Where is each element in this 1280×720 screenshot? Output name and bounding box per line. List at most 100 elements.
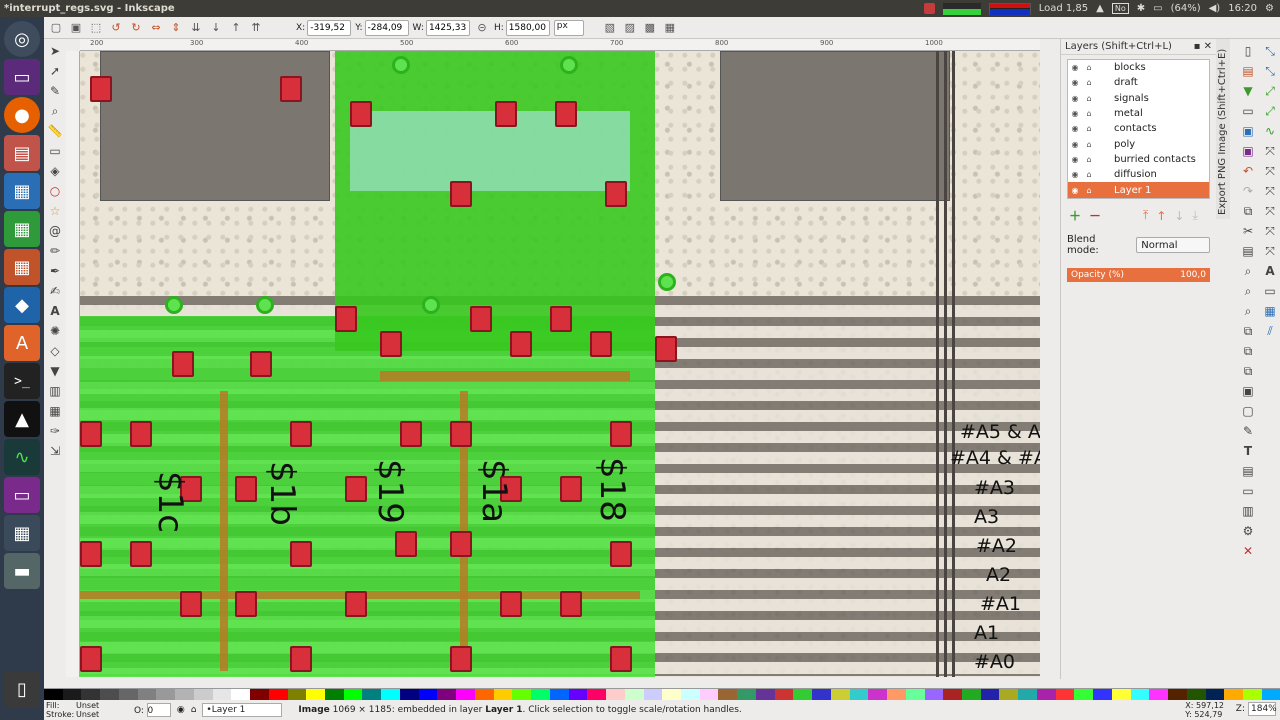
wifi-icon[interactable]: ▲	[1096, 3, 1104, 14]
save-icon[interactable]: ▼	[1240, 83, 1256, 99]
camera-icon[interactable]	[923, 3, 935, 14]
print-icon[interactable]: ▭	[1240, 103, 1256, 119]
lock-icon[interactable]: ⌂	[1082, 109, 1096, 118]
opacity-slider[interactable]: Opacity (%) 100,0	[1067, 268, 1210, 282]
layers-icon[interactable]: ▤	[1240, 463, 1256, 479]
raise-layer-icon[interactable]: ↑	[1156, 209, 1166, 223]
open-icon[interactable]: ▤	[1240, 63, 1256, 79]
snap-rotation-icon[interactable]: ⤧	[1262, 243, 1278, 259]
deselect-icon[interactable]: ⬚	[88, 20, 104, 36]
select-all-layers-icon[interactable]: ▣	[68, 20, 84, 36]
signal-label[interactable]: $19	[370, 459, 410, 524]
rotate-ccw-icon[interactable]: ↺	[108, 20, 124, 36]
layer-row[interactable]: ◉ ⌂ signals	[1068, 91, 1209, 106]
layer-row[interactable]: ◉ ⌂ diffusion	[1068, 167, 1209, 182]
preferences-icon[interactable]: ⚙	[1240, 523, 1256, 539]
ubuntu-dash-icon[interactable]: ◎	[4, 21, 40, 57]
ellipse-tool-icon[interactable]: ○	[47, 183, 63, 199]
flip-vertical-icon[interactable]: ⇕	[168, 20, 184, 36]
bluetooth-icon[interactable]: ✱	[1137, 3, 1145, 14]
raise-layer-top-icon[interactable]: ⤒	[1143, 208, 1148, 223]
keyboard-indicator[interactable]: No	[1111, 3, 1129, 14]
load-graph[interactable]	[942, 2, 981, 15]
virtualbox-icon[interactable]: ◆	[4, 287, 40, 323]
flip-horizontal-icon[interactable]: ⇔	[148, 20, 164, 36]
y-input[interactable]	[364, 19, 409, 36]
add-layer-icon[interactable]: ＋	[1069, 207, 1081, 224]
spray-tool-icon[interactable]: ✺	[47, 323, 63, 339]
zoom-selection-icon[interactable]: ⌕	[1240, 263, 1256, 279]
status-opacity-input[interactable]	[146, 703, 171, 717]
battery-icon[interactable]: ▭	[1153, 3, 1162, 14]
bucket-tool-icon[interactable]: ▼	[47, 363, 63, 379]
star-tool-icon[interactable]: ☆	[47, 203, 63, 219]
duplicate-icon[interactable]: ⧉	[1240, 323, 1256, 339]
export-png-tab[interactable]: Export PNG Image (Shift+Ctrl+E)	[1216, 39, 1230, 219]
address-label[interactable]: #A0	[974, 651, 1015, 673]
address-label[interactable]: #A2	[976, 535, 1017, 557]
lock-icon[interactable]: ⌂	[1082, 186, 1096, 195]
ungroup-icon[interactable]: ▢	[1240, 403, 1256, 419]
lock-layer-icon[interactable]: ⌂	[191, 705, 197, 715]
calc-icon[interactable]: ▦	[4, 211, 40, 247]
power-icon[interactable]: ⚙	[1265, 3, 1274, 14]
address-label[interactable]: A3	[974, 506, 999, 528]
snap-bbox-edges-icon[interactable]: ⤢	[1262, 83, 1278, 99]
signal-label[interactable]: $18	[592, 457, 632, 522]
eye-icon[interactable]: ◉	[1068, 186, 1082, 195]
selector-tool-icon[interactable]: ➤	[47, 43, 63, 59]
impress-icon[interactable]: ▦	[4, 249, 40, 285]
move-gradients-icon[interactable]: ▩	[642, 20, 658, 36]
zoom-drawing-icon[interactable]: ⌕	[1240, 283, 1256, 299]
current-layer-select[interactable]: •Layer 1	[202, 703, 283, 717]
raise-top-icon[interactable]: ⇈	[248, 20, 264, 36]
redo-icon[interactable]: ↷	[1240, 183, 1256, 199]
calligraphy-tool-icon[interactable]: ✍	[47, 283, 63, 299]
move-patterns-icon[interactable]: ▦	[662, 20, 678, 36]
lower-bottom-icon[interactable]: ⇊	[188, 20, 204, 36]
scale-corners-icon[interactable]: ▨	[622, 20, 638, 36]
trash-icon[interactable]: ▯	[4, 671, 40, 707]
clone-icon[interactable]: ⧉	[1240, 343, 1256, 359]
h-input[interactable]	[505, 19, 550, 36]
snap-page-icon[interactable]: ▭	[1262, 283, 1278, 299]
signal-label[interactable]: $1b	[262, 461, 302, 526]
eye-icon[interactable]: ◉	[1068, 94, 1082, 103]
snap-cusp-icon[interactable]: ⤧	[1262, 163, 1278, 179]
layer-row[interactable]: ◉ ⌂ blocks	[1068, 60, 1209, 75]
new-document-icon[interactable]: ▯	[1240, 43, 1256, 59]
lock-ratio-icon[interactable]: ⊝	[474, 20, 490, 36]
copy-icon[interactable]: ⧉	[1240, 203, 1256, 219]
layer-row-selected[interactable]: ◉ ⌂ Layer 1	[1068, 182, 1209, 198]
volume-icon[interactable]: ◀)	[1209, 3, 1221, 14]
w-input[interactable]	[425, 19, 470, 36]
3d-box-tool-icon[interactable]: ◈	[47, 163, 63, 179]
lower-layer-bottom-icon[interactable]: ⤓	[1192, 208, 1197, 223]
address-label[interactable]: #A5 & A	[960, 421, 1040, 443]
import-icon[interactable]: ▣	[1240, 123, 1256, 139]
lock-icon[interactable]: ⌂	[1082, 170, 1096, 179]
group-icon[interactable]: ▣	[1240, 383, 1256, 399]
lock-icon[interactable]: ⌂	[1082, 63, 1096, 72]
layer-row[interactable]: ◉ ⌂ contacts	[1068, 121, 1209, 136]
snap-midpoints-icon[interactable]: ⤧	[1262, 203, 1278, 219]
vertical-ruler[interactable]	[66, 51, 80, 677]
eye-icon[interactable]: ◉	[1068, 140, 1082, 149]
text-tool-icon[interactable]: A	[47, 303, 63, 319]
cut-icon[interactable]: ✂	[1240, 223, 1256, 239]
node-tool-icon[interactable]: ➚	[47, 63, 63, 79]
snap-centers-icon[interactable]: ⤧	[1262, 223, 1278, 239]
lower-layer-icon[interactable]: ↓	[1174, 209, 1184, 223]
x-input[interactable]	[307, 19, 352, 36]
text-font-icon[interactable]: T	[1240, 443, 1256, 459]
tweak-tool-icon[interactable]: ✎	[47, 83, 63, 99]
snap-paths-icon[interactable]: ∿	[1262, 123, 1278, 139]
snap-intersections-icon[interactable]: ⤧	[1262, 143, 1278, 159]
pencil-tool-icon[interactable]: ✏	[47, 243, 63, 259]
files-icon[interactable]: ▤	[4, 135, 40, 171]
address-label[interactable]: #A3	[974, 477, 1015, 499]
pen-tool-icon[interactable]: ✒	[47, 263, 63, 279]
eye-icon[interactable]: ◉	[1068, 63, 1082, 72]
fill-stroke-icon[interactable]: ✎	[1240, 423, 1256, 439]
eye-icon[interactable]: ◉	[1068, 170, 1082, 179]
